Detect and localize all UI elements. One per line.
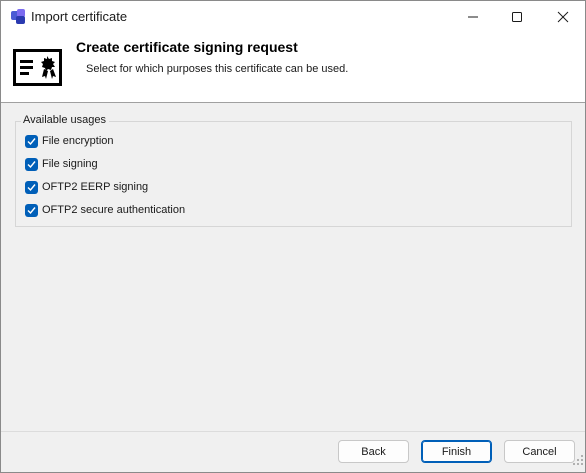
checkbox-checked[interactable] <box>25 157 38 171</box>
wizard-footer <box>1 431 585 472</box>
usage-oftp2-eerp-signing[interactable]: OFTP2 EERP signing <box>25 179 148 195</box>
checkmark-icon <box>27 137 36 145</box>
usage-file-encryption[interactable]: File encryption <box>25 133 114 149</box>
checkmark-icon <box>27 160 36 168</box>
checkmark-icon <box>27 206 36 214</box>
app-icon <box>10 8 27 25</box>
import-certificate-window: Import certificate Create certificate si… <box>0 0 586 473</box>
usage-label: File signing <box>42 158 98 170</box>
window-title: Import certificate <box>31 9 128 24</box>
title-bar[interactable]: Import certificate <box>1 1 585 32</box>
minimize-button[interactable] <box>451 1 495 32</box>
usage-oftp2-secure-authentication[interactable]: OFTP2 secure authentication <box>25 202 185 218</box>
checkbox-checked[interactable] <box>25 134 38 148</box>
back-button[interactable]: Back <box>338 440 409 463</box>
resize-grip-icon[interactable] <box>573 452 583 470</box>
available-usages-legend: Available usages <box>21 114 109 126</box>
cancel-button[interactable]: Cancel <box>504 440 575 463</box>
usage-file-signing[interactable]: File signing <box>25 156 98 172</box>
maximize-icon <box>512 11 522 22</box>
usage-label: File encryption <box>42 135 114 147</box>
close-icon <box>557 11 569 22</box>
finish-button[interactable]: Finish <box>421 440 492 463</box>
page-title: Create certificate signing request <box>76 39 298 55</box>
minimize-icon <box>468 16 478 17</box>
usage-label: OFTP2 secure authentication <box>42 204 186 216</box>
maximize-button[interactable] <box>495 1 539 32</box>
certificate-icon <box>13 49 62 91</box>
checkbox-checked[interactable] <box>25 180 38 194</box>
usage-label: OFTP2 EERP signing <box>42 181 149 193</box>
wizard-header: Create certificate signing request Selec… <box>1 32 585 103</box>
checkmark-icon <box>27 183 36 191</box>
checkbox-checked[interactable] <box>25 203 38 217</box>
page-subtitle: Select for which purposes this certifica… <box>86 63 349 75</box>
close-button[interactable] <box>541 1 585 32</box>
